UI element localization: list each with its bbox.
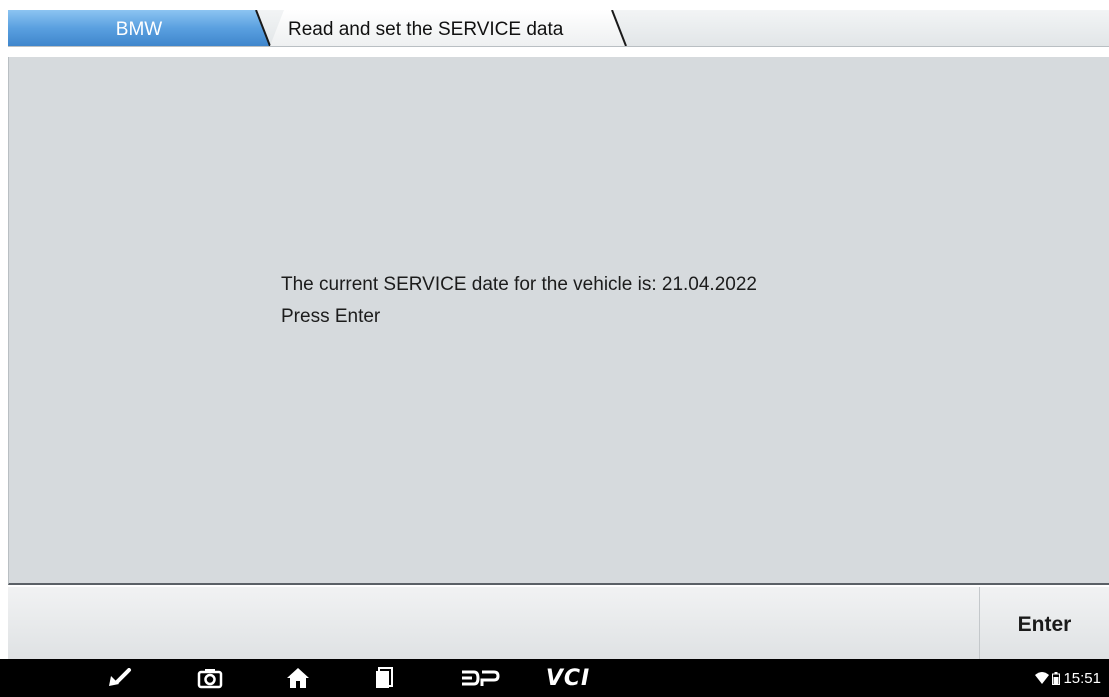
status-area: 15:51: [1035, 659, 1101, 697]
content-panel: The current SERVICE date for the vehicle…: [8, 57, 1109, 585]
service-date-message: The current SERVICE date for the vehicle…: [281, 274, 757, 295]
breadcrumb-item-label: Read and set the SERVICE data: [288, 19, 564, 40]
enter-button[interactable]: Enter: [979, 587, 1109, 659]
vci-icon[interactable]: VCI: [536, 659, 600, 697]
dp-icon[interactable]: [450, 659, 510, 697]
app-window: BMW Read and set the SERVICE data The cu…: [0, 0, 1109, 697]
status-time: 15:51: [1063, 669, 1101, 687]
press-enter-message: Press Enter: [281, 306, 381, 327]
system-navbar: VCI 15:51: [0, 659, 1109, 697]
button-bar: Enter: [8, 587, 1109, 659]
breadcrumb-item-bmw[interactable]: BMW: [8, 10, 284, 46]
battery-icon: [1052, 671, 1061, 685]
breadcrumb: BMW Read and set the SERVICE data: [8, 10, 1109, 47]
camera-icon[interactable]: [188, 659, 232, 697]
breadcrumb-item-service[interactable]: Read and set the SERVICE data: [270, 10, 630, 46]
home-icon[interactable]: [276, 659, 320, 697]
recent-apps-icon[interactable]: [362, 659, 406, 697]
vci-label: VCI: [545, 665, 591, 691]
back-icon[interactable]: [98, 659, 142, 697]
message-text: The current SERVICE date for the vehicle…: [281, 269, 757, 333]
wifi-icon: [1035, 672, 1050, 684]
breadcrumb-item-label: BMW: [115, 19, 163, 40]
